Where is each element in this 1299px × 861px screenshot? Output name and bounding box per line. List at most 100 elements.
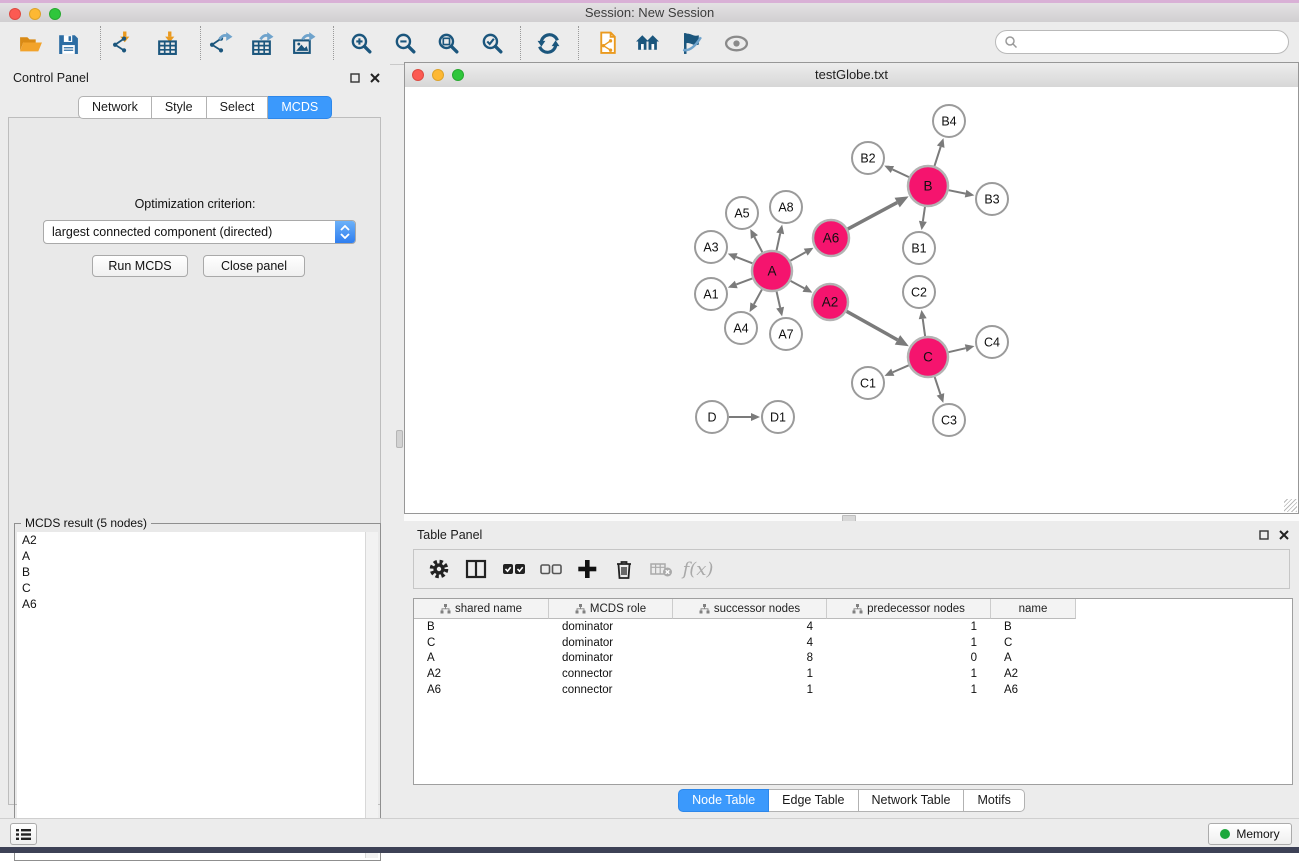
graph-edge[interactable] xyxy=(736,257,752,263)
column-header-predecessor-nodes[interactable]: predecessor nodes xyxy=(827,599,991,619)
mcds-result-list[interactable]: A2ABCA6 xyxy=(17,532,366,858)
graph-edge[interactable] xyxy=(847,311,898,340)
table-row[interactable]: Bdominator41B xyxy=(414,619,1292,635)
network-window-titlebar[interactable]: testGlobe.txt xyxy=(405,63,1298,88)
checked-boxes-button[interactable] xyxy=(498,555,528,583)
close-table-panel-icon[interactable] xyxy=(1277,528,1291,541)
window-title: Session: New Session xyxy=(0,5,1299,20)
resize-grip[interactable] xyxy=(1284,499,1297,512)
mcds-result-item[interactable]: B xyxy=(17,564,365,580)
table-cell: A xyxy=(414,652,549,664)
zoom-in-button[interactable] xyxy=(344,27,378,59)
open-session-button[interactable] xyxy=(13,27,47,59)
column-label: predecessor nodes xyxy=(867,603,965,615)
optimization-criterion-select[interactable]: largest connected component (directed) xyxy=(43,220,356,244)
open-session-icon xyxy=(18,31,43,55)
task-history-button[interactable] xyxy=(10,823,37,845)
tab-network-table[interactable]: Network Table xyxy=(859,789,965,812)
network-graph[interactable]: B4B2BB3A8A5A6A3B1AC2A1A2A4A7C4CC1DD1C3 xyxy=(405,87,1298,513)
table-cell: 4 xyxy=(673,621,827,633)
tab-style[interactable]: Style xyxy=(152,96,207,119)
memory-button[interactable]: Memory xyxy=(1208,823,1292,845)
zoom-out-button[interactable] xyxy=(388,27,422,59)
column-header-shared-name[interactable]: shared name xyxy=(414,599,549,619)
home-button[interactable] xyxy=(630,27,664,59)
tab-edge-table[interactable]: Edge Table xyxy=(769,789,858,812)
table-cell: B xyxy=(991,621,1076,633)
graph-edge[interactable] xyxy=(923,319,925,336)
import-network-button[interactable] xyxy=(105,27,139,59)
column-header-successor-nodes[interactable]: successor nodes xyxy=(673,599,827,619)
graph-edge-arrowhead xyxy=(751,413,760,421)
tab-mcds[interactable]: MCDS xyxy=(268,96,332,119)
mcds-result-item[interactable]: A2 xyxy=(17,532,365,548)
toolbar-separator xyxy=(100,26,101,60)
vertical-splitter-handle[interactable] xyxy=(396,430,403,448)
graph-edge[interactable] xyxy=(935,377,941,394)
tab-select[interactable]: Select xyxy=(207,96,269,119)
graph-edge[interactable] xyxy=(949,190,966,193)
graph-edge[interactable] xyxy=(777,291,781,307)
add-button[interactable] xyxy=(572,555,602,583)
tab-node-table[interactable]: Node Table xyxy=(678,789,769,812)
import-table-button[interactable] xyxy=(150,27,184,59)
scrollbar-track[interactable] xyxy=(366,532,378,858)
network-view-window: testGlobe.txt B4B2BB3A8A5A6A3B1AC2A1A2A4… xyxy=(404,62,1299,514)
graph-edge[interactable] xyxy=(736,278,752,284)
graph-edge[interactable] xyxy=(948,348,965,352)
graph-edge[interactable] xyxy=(892,169,909,177)
graph-node-label: B1 xyxy=(911,242,926,256)
zoom-selected-icon xyxy=(480,31,505,55)
mcds-result-item[interactable]: C xyxy=(17,580,365,596)
graph-edge[interactable] xyxy=(754,237,762,252)
table-row[interactable]: A2connector11A2 xyxy=(414,666,1292,682)
graph-edge-arrowhead xyxy=(919,221,927,230)
column-header-name[interactable]: name xyxy=(991,599,1076,619)
column-header-MCDS-role[interactable]: MCDS role xyxy=(549,599,673,619)
export-image-button[interactable] xyxy=(286,27,320,59)
run-mcds-button[interactable]: Run MCDS xyxy=(92,255,188,277)
table-row[interactable]: A6connector11A6 xyxy=(414,682,1292,698)
table-row[interactable]: Cdominator41C xyxy=(414,635,1292,651)
search-field[interactable] xyxy=(995,30,1289,54)
desktop-edge-bottom xyxy=(0,847,1299,853)
unchecked-boxes-button[interactable] xyxy=(535,555,565,583)
toolbar-separator xyxy=(578,26,579,60)
tab-network[interactable]: Network xyxy=(78,96,152,119)
tab-motifs[interactable]: Motifs xyxy=(964,789,1024,812)
float-panel-icon[interactable] xyxy=(348,71,362,84)
apply-layout-button[interactable] xyxy=(531,27,565,59)
horizontal-splitter[interactable] xyxy=(404,514,1299,521)
table-header-row: shared nameMCDS rolesuccessor nodes prede… xyxy=(414,599,1076,619)
float-table-panel-icon[interactable] xyxy=(1257,528,1271,541)
export-table-icon xyxy=(249,31,274,55)
close-panel-icon[interactable] xyxy=(368,71,382,84)
unchecked-boxes-icon xyxy=(539,558,562,580)
close-panel-button[interactable]: Close panel xyxy=(203,255,305,277)
graph-edge[interactable] xyxy=(790,252,805,261)
zoom-selected-button[interactable] xyxy=(475,27,509,59)
export-network-button[interactable] xyxy=(203,27,237,59)
save-session-button[interactable] xyxy=(50,27,84,59)
graph-edge[interactable] xyxy=(754,289,762,304)
network-from-document-button[interactable] xyxy=(590,27,624,59)
gear-button[interactable] xyxy=(424,555,454,583)
trash-button[interactable] xyxy=(609,555,639,583)
graph-node-label: A2 xyxy=(822,295,839,310)
mcds-result-item[interactable]: A6 xyxy=(17,596,365,612)
table-row[interactable]: Adominator80A xyxy=(414,650,1292,666)
network-canvas[interactable]: B4B2BB3A8A5A6A3B1AC2A1A2A4A7C4CC1DD1C3 xyxy=(405,87,1298,513)
graph-edge[interactable] xyxy=(934,147,940,166)
graph-edge[interactable] xyxy=(776,233,780,250)
zoom-fit-button[interactable] xyxy=(431,27,465,59)
mcds-result-item[interactable]: A xyxy=(17,548,365,564)
columns-button[interactable] xyxy=(461,555,491,583)
show-hide-eye-button[interactable] xyxy=(719,27,753,59)
control-panel-title: Control Panel xyxy=(13,71,89,85)
style-flag-button[interactable] xyxy=(674,27,708,59)
graph-edge[interactable] xyxy=(848,203,897,229)
export-table-button[interactable] xyxy=(244,27,278,59)
graph-edge[interactable] xyxy=(923,207,925,221)
graph-edge[interactable] xyxy=(791,281,805,288)
graph-edge[interactable] xyxy=(893,365,909,372)
